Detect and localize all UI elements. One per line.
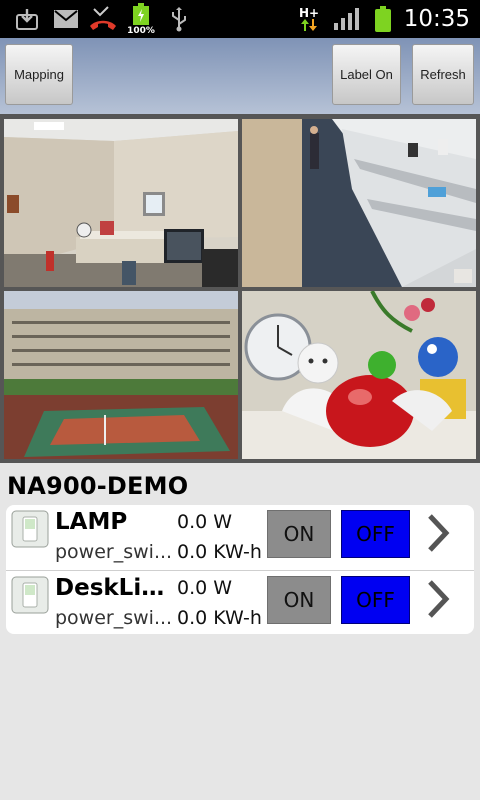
device-energy: 0.0 KW-h: [177, 607, 262, 629]
office-room-camera[interactable]: [4, 119, 238, 287]
toolbar: Mapping Label On Refresh: [0, 38, 480, 114]
battery-icon: [372, 0, 394, 38]
group-title: NA900-DEMO: [7, 472, 189, 500]
camera-grid: [0, 114, 480, 463]
gmail-icon: [52, 0, 80, 38]
signal-icon: [332, 0, 360, 38]
on-button[interactable]: ON: [267, 510, 331, 558]
label-on-button[interactable]: Label On: [332, 44, 401, 105]
device-row-lamp[interactable]: LAMP power_swi... 0.0 W 0.0 KW-h ON OFF: [6, 505, 474, 569]
device-power: 0.0 W: [177, 577, 233, 599]
off-button[interactable]: OFF: [341, 576, 410, 624]
device-energy: 0.0 KW-h: [177, 541, 262, 563]
mapping-button[interactable]: Mapping: [5, 44, 73, 105]
battery-charging-icon: 100%: [126, 0, 156, 38]
on-button[interactable]: ON: [267, 576, 331, 624]
device-type: power_swi...: [55, 607, 173, 629]
network-type-label: H+: [298, 6, 320, 20]
off-button[interactable]: OFF: [341, 510, 410, 558]
switch-icon: [10, 575, 50, 615]
clock: 10:35: [403, 6, 470, 32]
office-aisle-camera[interactable]: [242, 119, 476, 287]
data-activity-icon: H+: [296, 0, 322, 38]
campus-courtyard-camera[interactable]: [4, 291, 238, 459]
device-name: DeskLig...: [55, 575, 175, 601]
device-type: power_swi...: [55, 541, 173, 563]
battery-percent-label: 100%: [127, 25, 155, 36]
device-name: LAMP: [55, 509, 128, 535]
device-power: 0.0 W: [177, 511, 233, 533]
desk-toys-camera[interactable]: [242, 291, 476, 459]
download-icon: [14, 0, 40, 38]
status-bar: 100% H+ 10:35: [0, 0, 480, 38]
chevron-right-icon[interactable]: [425, 513, 451, 553]
usb-icon: [166, 0, 192, 38]
refresh-button[interactable]: Refresh: [412, 44, 474, 105]
switch-icon: [10, 509, 50, 549]
chevron-right-icon[interactable]: [425, 579, 451, 619]
device-list: LAMP power_swi... 0.0 W 0.0 KW-h ON OFF …: [6, 505, 474, 634]
missed-call-icon: [88, 0, 118, 38]
device-row-desklight[interactable]: DeskLig... power_swi... 0.0 W 0.0 KW-h O…: [6, 570, 474, 634]
